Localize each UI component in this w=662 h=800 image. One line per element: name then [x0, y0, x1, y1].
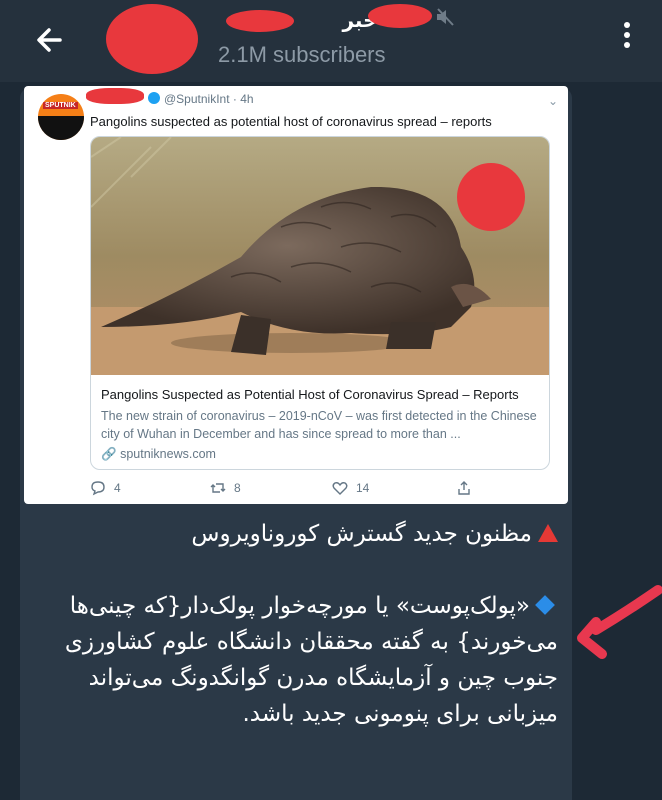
retweet-icon — [210, 483, 226, 493]
message-headline: مظنون جدید گسترش کوروناویروس — [191, 521, 532, 547]
card-link[interactable]: 🔗 sputniknews.com — [101, 447, 216, 462]
back-button[interactable] — [30, 20, 70, 60]
message-body-line: «پولک‌پوست» یا مورچه‌خوار پولک‌دار{که چی… — [36, 588, 558, 732]
verified-badge-icon — [148, 92, 160, 104]
annotation-arrow-icon — [577, 585, 662, 659]
tweet-actions: 4 8 14 — [90, 480, 530, 500]
share-icon — [458, 481, 470, 495]
redacted-tweet-name — [86, 88, 144, 104]
arrow-left-icon — [37, 28, 62, 52]
message-text: مظنون جدید گسترش کوروناویروس «پولک‌پوست»… — [36, 516, 558, 732]
reply-icon — [91, 481, 105, 496]
sputnik-avatar: SPUTNIK — [38, 94, 84, 140]
link-icon: 🔗 — [101, 447, 117, 461]
subscriber-count: 2.1M subscribers — [218, 42, 386, 67]
pangolin-photo — [91, 137, 549, 375]
chevron-down-icon: ⌄ — [547, 94, 558, 108]
tweet-handle: @SputnikInt · 4h — [148, 92, 254, 106]
red-triangle-icon — [538, 524, 558, 542]
more-vertical-icon — [620, 22, 634, 48]
card-title: Pangolins Suspected as Potential Host of… — [101, 387, 519, 402]
blue-diamond-icon — [535, 595, 555, 615]
message-headline-line: مظنون جدید گسترش کوروناویروس — [36, 516, 558, 552]
muted-speaker-icon — [437, 8, 454, 26]
sputnik-logo-text: SPUTNIK — [43, 102, 78, 109]
channel-header: خبر 2.1M subscribers — [0, 0, 662, 82]
retweet-action[interactable]: 8 — [210, 480, 241, 496]
more-menu-button[interactable] — [620, 18, 634, 58]
link-preview-card[interactable]: Pangolins Suspected as Potential Host of… — [90, 136, 550, 470]
redacted-title-left — [226, 10, 294, 32]
share-action[interactable] — [456, 480, 472, 496]
tweet-screenshot[interactable]: SPUTNIK @SputnikInt · 4h ⌄ Pangolins sus… — [24, 86, 568, 504]
like-action[interactable]: 14 — [332, 480, 369, 496]
tweet-text: Pangolins suspected as potential host of… — [90, 114, 492, 129]
redacted-title-right — [368, 4, 432, 28]
heart-icon — [332, 482, 348, 495]
message-body: «پولک‌پوست» یا مورچه‌خوار پولک‌دار{که چی… — [64, 593, 558, 727]
redacted-avatar — [106, 4, 198, 74]
card-description: The new strain of coronavirus – 2019-nCo… — [101, 409, 537, 441]
reply-action[interactable]: 4 — [90, 480, 121, 496]
